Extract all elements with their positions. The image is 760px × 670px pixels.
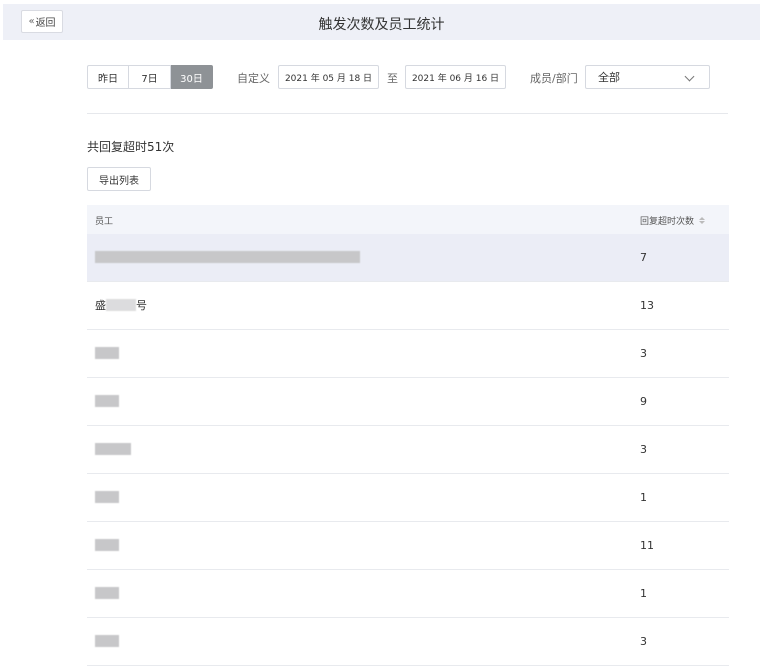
timeout-count: 13 — [640, 299, 654, 312]
range-yesterday-button[interactable]: 昨日 — [87, 65, 129, 89]
employee-name — [95, 346, 119, 360]
employee-name — [95, 394, 119, 408]
table-row[interactable]: 9 — [87, 378, 729, 426]
member-select-value: 全部 — [598, 71, 620, 84]
redacted-name — [95, 587, 119, 599]
table-row[interactable]: 盛 号 13 — [87, 282, 729, 330]
filter-bar: 昨日 7日 30日 自定义 2021 年 05 月 18 日 至 2021 年 … — [87, 65, 727, 89]
start-date-input[interactable]: 2021 年 05 月 18 日 — [278, 65, 379, 89]
employee-name — [95, 490, 119, 504]
redacted-name — [95, 491, 119, 503]
table-row[interactable]: 3 — [87, 330, 729, 378]
chevron-down-icon — [684, 71, 695, 82]
name-prefix: 盛 — [95, 299, 106, 312]
table-row[interactable]: 1 — [87, 570, 729, 618]
range-7d-button[interactable]: 7日 — [129, 65, 171, 89]
employee-name — [95, 250, 360, 264]
custom-label: 自定义 — [237, 72, 270, 85]
timeout-count: 1 — [640, 491, 647, 504]
column-header-employee: 员工 — [95, 217, 114, 227]
redacted-name — [106, 299, 136, 311]
member-select[interactable]: 全部 — [585, 65, 710, 89]
employee-name — [95, 538, 119, 552]
table-row[interactable]: 3 — [87, 618, 729, 666]
employee-name — [95, 586, 119, 600]
top-bar: « 返回 触发次数及员工统计 — [3, 4, 760, 40]
timeout-count: 3 — [640, 635, 647, 648]
employee-name — [95, 442, 131, 456]
employee-name: 盛 号 — [95, 298, 147, 312]
date-range-toggle: 昨日 7日 30日 — [87, 65, 213, 89]
redacted-name — [95, 251, 360, 263]
redacted-name — [95, 443, 131, 455]
summary-text: 共回复超时51次 — [87, 140, 175, 154]
redacted-name — [95, 635, 119, 647]
table-row[interactable]: 7 — [87, 234, 729, 282]
page-title: 触发次数及员工统计 — [318, 17, 445, 33]
export-list-button[interactable]: 导出列表 — [87, 167, 151, 191]
sort-icon[interactable] — [699, 217, 706, 224]
column-header-count[interactable]: 回复超时次数 — [640, 214, 706, 227]
redacted-name — [95, 347, 119, 359]
table-row[interactable]: 1 — [87, 474, 729, 522]
employee-table: 员工 回复超时次数 7 盛 号 13 3 9 3 1 11 1 3 — [87, 205, 729, 666]
timeout-count: 1 — [640, 587, 647, 600]
name-suffix: 号 — [136, 299, 147, 312]
timeout-count: 7 — [640, 251, 647, 264]
table-header: 员工 回复超时次数 — [87, 205, 729, 234]
end-date-input[interactable]: 2021 年 06 月 16 日 — [405, 65, 506, 89]
redacted-name — [95, 539, 119, 551]
timeout-count: 11 — [640, 539, 654, 552]
redacted-name — [95, 395, 119, 407]
column-header-count-label: 回复超时次数 — [640, 217, 695, 227]
table-row[interactable]: 11 — [87, 522, 729, 570]
employee-name — [95, 634, 119, 648]
table-row[interactable]: 3 — [87, 426, 729, 474]
divider — [87, 113, 728, 114]
member-label: 成员/部门 — [530, 72, 578, 85]
timeout-count: 3 — [640, 443, 647, 456]
range-30d-button[interactable]: 30日 — [171, 65, 213, 89]
to-label: 至 — [387, 72, 398, 85]
timeout-count: 3 — [640, 347, 647, 360]
timeout-count: 9 — [640, 395, 647, 408]
